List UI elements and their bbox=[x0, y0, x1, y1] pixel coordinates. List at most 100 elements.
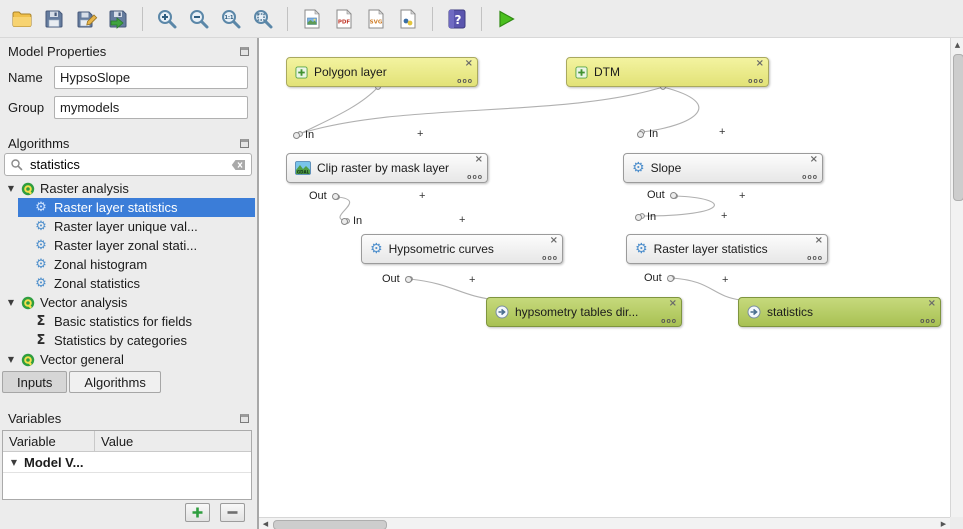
zoom-in-button[interactable] bbox=[152, 4, 182, 34]
zoom-actual-button[interactable]: 1:1 bbox=[216, 4, 246, 34]
delete-node-icon[interactable]: × bbox=[669, 299, 677, 309]
export-as-image-button[interactable] bbox=[297, 4, 327, 34]
comment-toggle-icon[interactable]: ooo bbox=[467, 174, 483, 181]
comment-toggle-icon[interactable]: ooo bbox=[457, 78, 473, 85]
delete-node-icon[interactable]: × bbox=[550, 236, 558, 246]
model-group-input[interactable] bbox=[54, 96, 248, 119]
vertical-scroll-thumb[interactable] bbox=[953, 54, 963, 201]
run-model-button[interactable] bbox=[491, 4, 521, 34]
float-panel-icon[interactable] bbox=[240, 414, 249, 423]
tree-item-zonal-histogram[interactable]: ⚙ Zonal histogram bbox=[18, 255, 255, 274]
port-out-clip[interactable]: Out bbox=[309, 190, 339, 202]
value-column-header[interactable]: Value bbox=[95, 434, 251, 449]
export-as-pdf-button[interactable]: PDF bbox=[329, 4, 359, 34]
port-in-hypsometric[interactable]: In bbox=[341, 215, 362, 227]
delete-node-icon[interactable]: × bbox=[810, 155, 818, 165]
search-input[interactable] bbox=[28, 156, 226, 173]
export-as-svg-button[interactable]: SVG bbox=[361, 4, 391, 34]
node-hypsometric-curves[interactable]: ⚙ Hypsometric curves × ooo bbox=[361, 234, 563, 264]
comment-toggle-icon[interactable]: ooo bbox=[802, 174, 818, 181]
delete-node-icon[interactable]: × bbox=[928, 299, 936, 309]
clear-search-icon[interactable] bbox=[231, 159, 246, 171]
port-in-clip[interactable]: In bbox=[293, 129, 314, 141]
tree-item-statistics-by-categories[interactable]: Σ Statistics by categories bbox=[18, 331, 255, 350]
node-output-hypsometry-tables[interactable]: hypsometry tables dir... × ooo bbox=[486, 297, 682, 327]
export-as-script-button[interactable] bbox=[393, 4, 423, 34]
tree-item-raster-layer-zonal-statistics[interactable]: ⚙ Raster layer zonal stati... bbox=[18, 236, 255, 255]
socket-icon[interactable] bbox=[635, 214, 642, 221]
tree-item-zonal-statistics[interactable]: ⚙ Zonal statistics bbox=[18, 274, 255, 293]
chevron-down-icon[interactable]: ▼ bbox=[6, 355, 16, 364]
socket-icon[interactable] bbox=[293, 132, 300, 139]
expand-ports-icon[interactable]: + bbox=[469, 274, 475, 286]
tab-inputs[interactable]: Inputs bbox=[2, 371, 67, 393]
chevron-down-icon[interactable]: ▼ bbox=[9, 458, 19, 467]
save-model-as-button[interactable] bbox=[71, 4, 101, 34]
node-output-statistics[interactable]: statistics × ooo bbox=[738, 297, 941, 327]
socket-icon[interactable] bbox=[670, 192, 677, 199]
horizontal-scrollbar[interactable]: ◀ ▶ bbox=[259, 517, 950, 529]
socket-icon[interactable] bbox=[332, 193, 339, 200]
chevron-down-icon[interactable]: ▼ bbox=[6, 184, 16, 193]
port-out-slope[interactable]: Out bbox=[647, 189, 677, 201]
comment-toggle-icon[interactable]: ooo bbox=[542, 255, 558, 262]
port-out-hypsometric[interactable]: Out bbox=[382, 273, 412, 285]
port-in-raster-stats[interactable]: In bbox=[635, 211, 656, 223]
delete-node-icon[interactable]: × bbox=[815, 236, 823, 246]
float-panel-icon[interactable] bbox=[240, 139, 249, 148]
node-raster-layer-statistics[interactable]: ⚙ Raster layer statistics × ooo bbox=[626, 234, 828, 264]
tree-group-raster-analysis[interactable]: ▼ Raster analysis bbox=[0, 179, 255, 198]
save-model-in-project-button[interactable] bbox=[103, 4, 133, 34]
tree-group-vector-analysis[interactable]: ▼ Vector analysis bbox=[0, 293, 255, 312]
delete-node-icon[interactable]: × bbox=[465, 59, 473, 69]
chevron-down-icon[interactable]: ▼ bbox=[6, 298, 16, 307]
socket-icon[interactable] bbox=[667, 275, 674, 282]
node-slope[interactable]: ⚙ Slope × ooo bbox=[623, 153, 823, 183]
node-polygon-layer[interactable]: Polygon layer × ooo bbox=[286, 57, 478, 87]
delete-node-icon[interactable]: × bbox=[475, 155, 483, 165]
model-canvas[interactable]: Polygon layer × ooo DTM × ooo GDAL Clip … bbox=[258, 38, 963, 529]
tab-algorithms[interactable]: Algorithms bbox=[69, 371, 160, 393]
port-out-raster-stats[interactable]: Out bbox=[644, 272, 674, 284]
scroll-left-icon[interactable]: ◀ bbox=[259, 518, 272, 529]
tree-item-raster-layer-statistics[interactable]: ⚙ Raster layer statistics bbox=[18, 198, 255, 217]
expand-ports-icon[interactable]: + bbox=[739, 190, 745, 202]
tree-item-basic-statistics-for-fields[interactable]: Σ Basic statistics for fields bbox=[18, 312, 255, 331]
zoom-out-button[interactable] bbox=[184, 4, 214, 34]
save-model-button[interactable] bbox=[39, 4, 69, 34]
add-variable-button[interactable] bbox=[185, 503, 210, 522]
delete-node-icon[interactable]: × bbox=[756, 59, 764, 69]
socket-icon[interactable] bbox=[341, 218, 348, 225]
scroll-up-icon[interactable]: ▲ bbox=[951, 39, 963, 51]
expand-ports-icon[interactable]: + bbox=[417, 128, 423, 140]
open-model-button[interactable] bbox=[7, 4, 37, 34]
model-variables-row[interactable]: ▼ Model V... bbox=[3, 452, 251, 473]
scroll-right-icon[interactable]: ▶ bbox=[937, 518, 950, 529]
horizontal-scroll-thumb[interactable] bbox=[273, 520, 387, 529]
socket-icon[interactable] bbox=[637, 131, 644, 138]
vertical-scrollbar[interactable]: ▲ ▼ bbox=[950, 38, 963, 529]
port-in-slope[interactable]: In bbox=[637, 128, 658, 140]
zoom-full-button[interactable] bbox=[248, 4, 278, 34]
tree-group-vector-general[interactable]: ▼ Vector general bbox=[0, 350, 255, 369]
expand-ports-icon[interactable]: + bbox=[419, 190, 425, 202]
expand-ports-icon[interactable]: + bbox=[721, 210, 727, 222]
expand-ports-icon[interactable]: + bbox=[719, 126, 725, 138]
float-panel-icon[interactable] bbox=[240, 47, 249, 56]
comment-toggle-icon[interactable]: ooo bbox=[661, 318, 677, 325]
variable-column-header[interactable]: Variable bbox=[3, 431, 95, 451]
socket-icon[interactable] bbox=[405, 276, 412, 283]
model-canvas-content[interactable]: Polygon layer × ooo DTM × ooo GDAL Clip … bbox=[263, 38, 950, 517]
comment-toggle-icon[interactable]: ooo bbox=[807, 255, 823, 262]
expand-ports-icon[interactable]: + bbox=[459, 214, 465, 226]
expand-ports-icon[interactable]: + bbox=[722, 274, 728, 286]
tree-item-raster-layer-unique-values[interactable]: ⚙ Raster layer unique val... bbox=[18, 217, 255, 236]
node-clip-raster[interactable]: GDAL Clip raster by mask layer × ooo bbox=[286, 153, 488, 183]
comment-toggle-icon[interactable]: ooo bbox=[920, 318, 936, 325]
edit-model-help-button[interactable]: ? bbox=[442, 4, 472, 34]
model-name-input[interactable] bbox=[54, 66, 248, 89]
remove-variable-button[interactable] bbox=[220, 503, 245, 522]
node-dtm[interactable]: DTM × ooo bbox=[566, 57, 769, 87]
gear-icon: ⚙ bbox=[34, 201, 48, 214]
comment-toggle-icon[interactable]: ooo bbox=[748, 78, 764, 85]
